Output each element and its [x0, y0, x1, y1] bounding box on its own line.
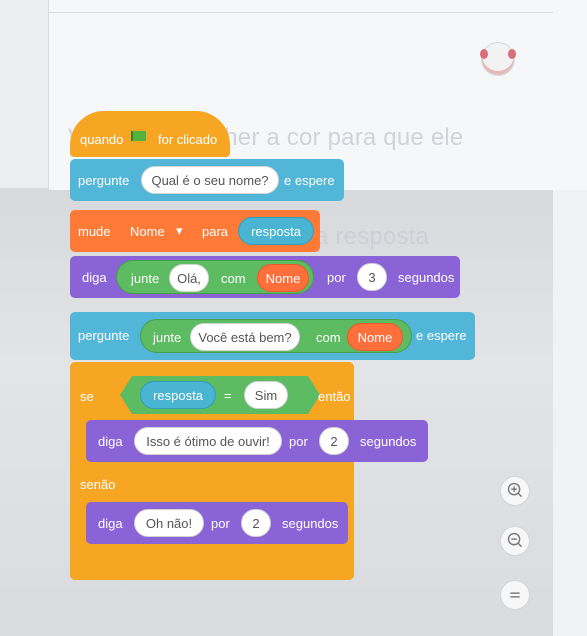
- join-operator[interactable]: junte Olá, com Nome: [116, 260, 314, 294]
- for-label-3: por: [211, 516, 230, 531]
- sprite-avatar: [480, 42, 516, 76]
- seconds-label: segundos: [398, 270, 455, 285]
- question-input[interactable]: Qual é o seu nome?: [141, 166, 279, 194]
- if-label: se: [80, 389, 94, 404]
- say-verb: diga: [82, 270, 107, 285]
- reset-zoom-button[interactable]: [500, 580, 530, 610]
- join-label-2: junte: [153, 330, 182, 345]
- seconds-input[interactable]: 3: [357, 263, 387, 291]
- zoom-out-button[interactable]: [500, 526, 530, 556]
- seconds-label-3: segundos: [282, 516, 339, 531]
- when-flag-clicked-block[interactable]: quando for clicado: [70, 111, 230, 157]
- to-label: para: [202, 224, 229, 239]
- join-operator-2[interactable]: junte Você está bem? com Nome: [140, 319, 412, 353]
- green-flag-icon: [131, 131, 146, 141]
- else-label: senão: [80, 477, 116, 492]
- set-verb: mude: [78, 224, 111, 239]
- say-verb-3: diga: [98, 516, 123, 531]
- ask-wait-label: e espere: [284, 173, 335, 188]
- zoom-in-button[interactable]: [500, 476, 530, 506]
- equals-sign: =: [224, 388, 232, 403]
- set-variable-block[interactable]: mude Nome ▾ para resposta: [70, 210, 320, 252]
- scratch-workspace: Você vai escolher a cor para que ele se …: [0, 0, 587, 636]
- say-oh-no-block[interactable]: diga Oh não! por 2 segundos: [86, 502, 348, 544]
- with-label-2: com: [316, 330, 341, 345]
- say-join-block[interactable]: diga junte Olá, com Nome por 3 segundos: [70, 256, 460, 298]
- oh-no-input[interactable]: Oh não!: [134, 509, 204, 537]
- say-verb-2: diga: [98, 434, 123, 449]
- seconds-input-3[interactable]: 2: [241, 509, 271, 537]
- say-great-block[interactable]: diga Isso é ótimo de ouvir! por 2 segund…: [86, 420, 428, 462]
- chevron-down-icon: ▾: [176, 223, 183, 238]
- flag-clicked-label: for clicado: [158, 132, 218, 147]
- reset-zoom-icon: [510, 592, 520, 598]
- great-message-input[interactable]: Isso é ótimo de ouvir!: [134, 427, 282, 455]
- name-variable-reporter-2[interactable]: Nome: [347, 323, 403, 351]
- join-label: junte: [131, 271, 160, 286]
- yes-input[interactable]: Sim: [244, 381, 288, 409]
- seconds-label-2: segundos: [360, 434, 417, 449]
- ask-wait-label-2: e espere: [416, 328, 467, 343]
- for-label: por: [327, 270, 346, 285]
- for-label-2: por: [289, 434, 308, 449]
- answer-reporter[interactable]: resposta: [238, 217, 314, 245]
- zoom-in-icon: [507, 482, 523, 498]
- variable-dropdown[interactable]: Nome: [130, 224, 165, 239]
- question-text-input[interactable]: Você está bem?: [190, 323, 300, 351]
- seconds-input-2[interactable]: 2: [319, 427, 349, 455]
- zoom-out-icon: [507, 532, 523, 548]
- answer-reporter-2[interactable]: resposta: [140, 381, 216, 409]
- when-label: quando: [80, 132, 124, 147]
- hello-input[interactable]: Olá,: [169, 264, 209, 292]
- stage-divider: [48, 12, 553, 13]
- ask-name-block[interactable]: pergunte Qual é o seu nome? e espere: [70, 159, 344, 201]
- ask-verb-2: pergunte: [78, 328, 130, 343]
- then-label: então: [318, 389, 351, 404]
- with-label: com: [221, 271, 246, 286]
- name-variable-reporter[interactable]: Nome: [257, 264, 309, 292]
- ask-verb: pergunte: [78, 173, 130, 188]
- ask-join-block[interactable]: pergunte junte Você está bem? com Nome e…: [70, 312, 475, 360]
- equals-operator[interactable]: resposta = Sim: [120, 376, 320, 414]
- if-else-block[interactable]: se resposta = Sim então senão: [70, 362, 354, 580]
